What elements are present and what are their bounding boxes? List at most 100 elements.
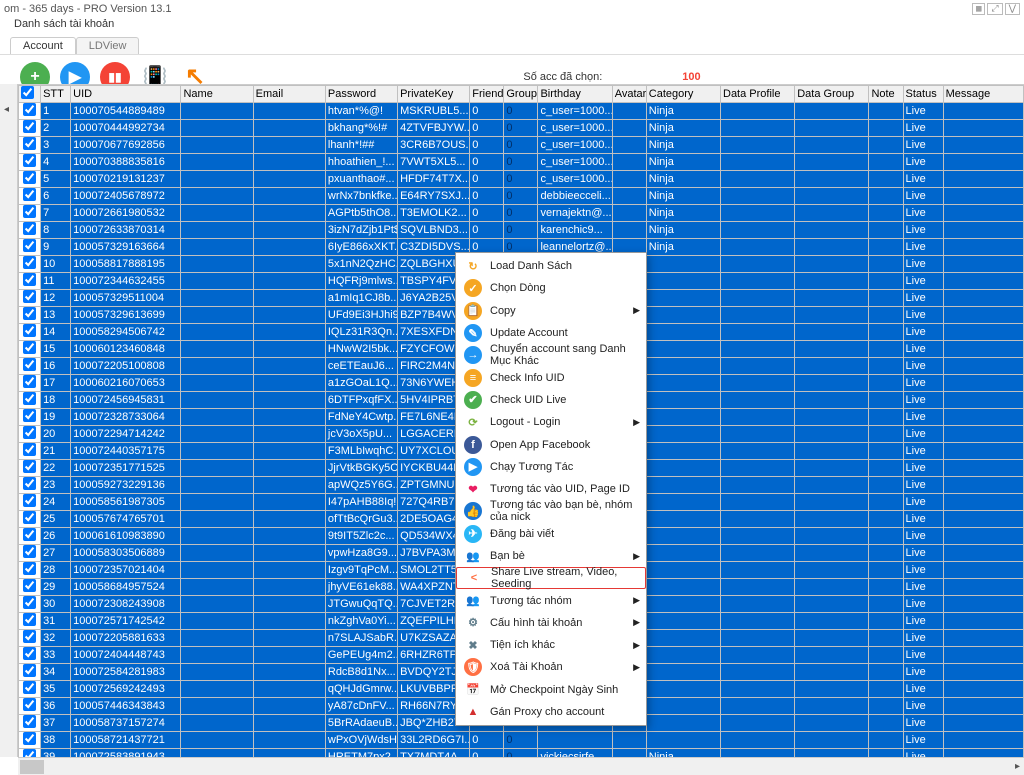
row-checkbox[interactable] — [23, 205, 36, 218]
window-more-icon[interactable]: ⋁ — [1005, 3, 1020, 15]
menu-item[interactable]: 📅Mở Checkpoint Ngày Sinh — [456, 679, 646, 701]
menu-item[interactable]: 👥Bạn bè▶ — [456, 545, 646, 567]
col-header[interactable]: Birthday — [538, 86, 612, 103]
menu-item[interactable]: ✓Chọn Dòng — [456, 277, 646, 299]
menu-item[interactable]: fOpen App Facebook — [456, 433, 646, 455]
menu-item[interactable]: ✈Đăng bài viết — [456, 523, 646, 545]
row-checkbox[interactable] — [23, 256, 36, 269]
col-header[interactable]: PrivateKey — [398, 86, 470, 103]
row-checkbox[interactable] — [23, 358, 36, 371]
col-header[interactable]: Category — [646, 86, 720, 103]
row-checkbox[interactable] — [23, 460, 36, 473]
window-grid-icon[interactable]: ▦ — [972, 3, 985, 15]
col-header[interactable]: Avatar — [612, 86, 646, 103]
tab-ldview[interactable]: LDView — [76, 37, 140, 54]
row-checkbox[interactable] — [23, 426, 36, 439]
row-checkbox[interactable] — [23, 154, 36, 167]
col-header[interactable]: UID — [71, 86, 181, 103]
col-header[interactable]: Friend — [470, 86, 504, 103]
row-checkbox[interactable] — [23, 290, 36, 303]
col-header[interactable]: Note — [869, 86, 903, 103]
menu-item[interactable]: →Chuyển account sang Danh Mục Khác — [456, 344, 646, 366]
row-checkbox[interactable] — [23, 222, 36, 235]
tab-account[interactable]: Account — [10, 37, 76, 54]
row-checkbox[interactable] — [23, 562, 36, 575]
table-row[interactable]: 6100072405678972wrNx7bnkfke...E64RY7SXJ.… — [19, 188, 1024, 205]
horizontal-scrollbar[interactable]: ◂ ▸ — [18, 757, 1024, 775]
table-row[interactable]: 7100072661980532AGPtb5thO8...T3EMOLK2...… — [19, 205, 1024, 222]
menu-item[interactable]: <Share Live stream, Video, Seeding — [456, 567, 646, 589]
row-checkbox[interactable] — [23, 732, 36, 745]
col-header[interactable]: Message — [943, 86, 1023, 103]
row-checkbox[interactable] — [23, 477, 36, 490]
row-checkbox[interactable] — [23, 375, 36, 388]
col-header[interactable]: STT — [41, 86, 71, 103]
menu-label: Xoá Tài Khoản — [490, 661, 563, 673]
row-checkbox[interactable] — [23, 545, 36, 558]
menu-icon: 👍 — [464, 502, 482, 520]
row-checkbox[interactable] — [23, 273, 36, 286]
col-header[interactable] — [19, 86, 41, 103]
row-checkbox[interactable] — [23, 681, 36, 694]
menu-item[interactable]: ▶Chạy Tương Tác — [456, 456, 646, 478]
table-row[interactable]: 5100070219131237pxuanthao#...HFDF74T7X..… — [19, 171, 1024, 188]
row-checkbox[interactable] — [23, 409, 36, 422]
col-header[interactable]: Data Group — [795, 86, 869, 103]
window-controls[interactable]: ▦ ⤢ ⋁ — [972, 3, 1020, 15]
menu-item[interactable]: 📋Copy▶ — [456, 300, 646, 322]
row-checkbox[interactable] — [23, 528, 36, 541]
row-checkbox[interactable] — [23, 613, 36, 626]
menu-item[interactable]: ✖Tiện ích khác▶ — [456, 634, 646, 656]
row-checkbox[interactable] — [23, 494, 36, 507]
menu-item[interactable]: ✎Update Account — [456, 322, 646, 344]
select-all-checkbox[interactable] — [21, 86, 34, 99]
table-row[interactable]: 1100070544889489htvan*%@!MSKRUBL5...00c_… — [19, 103, 1024, 120]
row-checkbox[interactable] — [23, 239, 36, 252]
menu-label: Chọn Dòng — [490, 282, 546, 294]
col-header[interactable]: Group — [504, 86, 538, 103]
row-checkbox[interactable] — [23, 596, 36, 609]
menu-icon: 👥 — [464, 547, 482, 565]
col-header[interactable]: Status — [903, 86, 943, 103]
row-checkbox[interactable] — [23, 511, 36, 524]
row-checkbox[interactable] — [23, 324, 36, 337]
menu-item[interactable]: ⟳Logout - Login▶ — [456, 411, 646, 433]
menu-item[interactable]: 👍Tương tác vào bạn bè, nhóm của nick — [456, 500, 646, 522]
row-checkbox[interactable] — [23, 749, 36, 757]
row-checkbox[interactable] — [23, 392, 36, 405]
window-expand-icon[interactable]: ⤢ — [987, 3, 1002, 15]
table-row[interactable]: 3100070677692856lhanh*!##3CR6B7OUS...00c… — [19, 137, 1024, 154]
table-row[interactable]: 2100070444992734bkhang*%!#4ZTVFBJYW...00… — [19, 120, 1024, 137]
row-checkbox[interactable] — [23, 664, 36, 677]
table-row[interactable]: 39100072583891943HRETM7px2...TX7MDT4A...… — [19, 749, 1024, 758]
row-checkbox[interactable] — [23, 630, 36, 643]
menu-item[interactable]: ↻Load Danh Sách — [456, 255, 646, 277]
col-header[interactable]: Name — [181, 86, 253, 103]
row-checkbox[interactable] — [23, 188, 36, 201]
row-checkbox[interactable] — [23, 715, 36, 728]
row-checkbox[interactable] — [23, 443, 36, 456]
row-checkbox[interactable] — [23, 137, 36, 150]
col-header[interactable]: Password — [325, 86, 397, 103]
col-header[interactable]: Email — [253, 86, 325, 103]
menu-item[interactable]: ✔Check UID Live — [456, 389, 646, 411]
menu-item[interactable]: 👥Tương tác nhóm▶ — [456, 589, 646, 611]
row-checkbox[interactable] — [23, 120, 36, 133]
table-row[interactable]: 81000726338703143izN7dZjb1Pt$SQVLBND3...… — [19, 222, 1024, 239]
row-checkbox[interactable] — [23, 647, 36, 660]
row-checkbox[interactable] — [23, 579, 36, 592]
context-menu[interactable]: ↻Load Danh Sách✓Chọn Dòng📋Copy▶✎Update A… — [455, 252, 647, 726]
menu-item[interactable]: ❤Tương tác vào UID, Page ID — [456, 478, 646, 500]
menu-item[interactable]: ⚙Cấu hình tài khoản▶ — [456, 612, 646, 634]
row-checkbox[interactable] — [23, 698, 36, 711]
row-checkbox[interactable] — [23, 103, 36, 116]
table-row[interactable]: 38100058721437721wPxOVjWdsH...33L2RD6G7I… — [19, 732, 1024, 749]
row-checkbox[interactable] — [23, 171, 36, 184]
row-checkbox[interactable] — [23, 341, 36, 354]
row-checkbox[interactable] — [23, 307, 36, 320]
col-header[interactable]: Data Profile — [721, 86, 795, 103]
menu-item[interactable]: ≡Check Info UID — [456, 366, 646, 388]
table-row[interactable]: 4100070388835816hhoathien_!...7VWT5XL5..… — [19, 154, 1024, 171]
menu-item[interactable]: ▲Gán Proxy cho account — [456, 701, 646, 723]
menu-item[interactable]: 🛡Xoá Tài Khoản▶ — [456, 656, 646, 678]
